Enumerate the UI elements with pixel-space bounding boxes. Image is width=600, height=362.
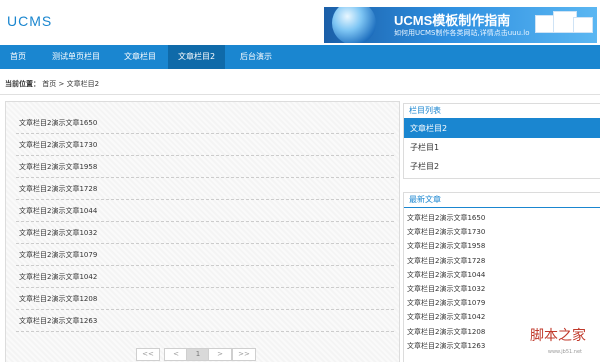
latest-item[interactable]: 文章栏目2演示文章1730 <box>404 225 600 239</box>
breadcrumb-divider <box>0 94 600 95</box>
article-list: 文章栏目2演示文章1650 文章栏目2演示文章1730 文章栏目2演示文章195… <box>16 112 394 332</box>
category-item-sub2[interactable]: 子栏目2 <box>404 157 600 176</box>
watermark-url: www.jb51.net <box>547 349 582 355</box>
latest-item[interactable]: 文章栏目2演示文章1650 <box>404 211 600 225</box>
list-item[interactable]: 文章栏目2演示文章1728 <box>16 178 394 200</box>
list-item[interactable]: 文章栏目2演示文章1263 <box>16 310 394 332</box>
category-item-sub1[interactable]: 子栏目1 <box>404 138 600 157</box>
list-item[interactable]: 文章栏目2演示文章1032 <box>16 222 394 244</box>
watermark-logo: 脚本之家 <box>530 328 586 344</box>
breadcrumb-prefix: 当前位置： <box>5 80 40 88</box>
breadcrumb-current[interactable]: 文章栏目2 <box>67 80 99 88</box>
nav-item-admin-demo[interactable]: 后台演示 <box>230 45 282 69</box>
breadcrumb-home[interactable]: 首页 <box>42 80 56 88</box>
banner-subtitle: 如何用UCMS制作各类网站,详情点击uuu.lo <box>394 29 530 37</box>
main-nav: 首页 测试单页栏目 文章栏目 文章栏目2 后台演示 <box>0 45 600 69</box>
breadcrumb-separator: > <box>58 80 65 88</box>
list-item[interactable]: 文章栏目2演示文章1208 <box>16 288 394 310</box>
list-item[interactable]: 文章栏目2演示文章1044 <box>16 200 394 222</box>
article-panel: 文章栏目2演示文章1650 文章栏目2演示文章1730 文章栏目2演示文章195… <box>5 101 400 362</box>
list-item[interactable]: 文章栏目2演示文章1079 <box>16 244 394 266</box>
nav-item-home[interactable]: 首页 <box>0 45 36 69</box>
list-item[interactable]: 文章栏目2演示文章1650 <box>16 112 394 134</box>
latest-item[interactable]: 文章栏目2演示文章1044 <box>404 268 600 282</box>
list-item[interactable]: 文章栏目2演示文章1042 <box>16 266 394 288</box>
nav-item-article2[interactable]: 文章栏目2 <box>168 45 226 69</box>
latest-box-title: 最新文章 <box>404 193 600 208</box>
list-item[interactable]: 文章栏目2演示文章1958 <box>16 156 394 178</box>
latest-item[interactable]: 文章栏目2演示文章1032 <box>404 282 600 296</box>
last-page-button[interactable]: >> <box>232 348 256 361</box>
current-page[interactable]: 1 <box>186 348 210 361</box>
nav-item-article[interactable]: 文章栏目 <box>114 45 166 69</box>
first-page-button[interactable]: << <box>136 348 160 361</box>
list-item[interactable]: 文章栏目2演示文章1730 <box>16 134 394 156</box>
site-header: UCMS UCMS模板制作指南 如何用UCMS制作各类网站,详情点击uuu.lo <box>0 0 600 44</box>
breadcrumb: 当前位置： 首页 > 文章栏目2 <box>5 79 99 89</box>
prev-page-button[interactable]: < <box>164 348 188 361</box>
globe-icon <box>332 7 376 43</box>
site-logo[interactable]: UCMS <box>7 13 52 29</box>
banner-thumbnails <box>535 11 593 39</box>
category-item-article2[interactable]: 文章栏目2 <box>404 119 600 138</box>
next-page-button[interactable]: > <box>208 348 232 361</box>
latest-item[interactable]: 文章栏目2演示文章1079 <box>404 296 600 310</box>
latest-item[interactable]: 文章栏目2演示文章1958 <box>404 239 600 253</box>
category-box-title: 栏目列表 <box>404 104 600 119</box>
nav-item-test-page[interactable]: 测试单页栏目 <box>42 45 110 69</box>
category-box: 栏目列表 文章栏目2 子栏目1 子栏目2 <box>403 103 600 179</box>
header-banner[interactable]: UCMS模板制作指南 如何用UCMS制作各类网站,详情点击uuu.lo <box>324 7 597 43</box>
latest-item[interactable]: 文章栏目2演示文章1042 <box>404 310 600 324</box>
latest-item[interactable]: 文章栏目2演示文章1728 <box>404 254 600 268</box>
banner-title: UCMS模板制作指南 <box>394 13 511 28</box>
